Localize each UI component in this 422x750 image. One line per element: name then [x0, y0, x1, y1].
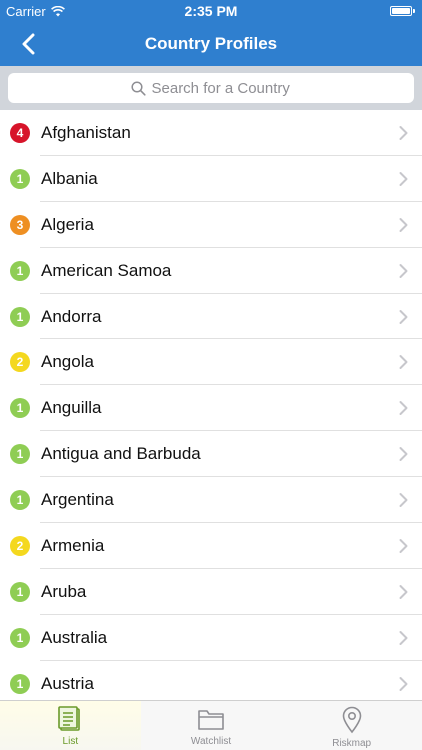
list-item[interactable]: 3 Algeria: [0, 202, 422, 248]
tab-label: Watchlist: [190, 736, 232, 747]
risk-level-badge: 2: [10, 535, 30, 556]
search-field[interactable]: [8, 73, 414, 103]
risk-level-badge: 1: [10, 627, 30, 648]
page-title: Country Profiles: [144, 34, 278, 53]
country-name: Armenia: [41, 535, 105, 555]
risk-level-badge: 2: [10, 352, 30, 373]
list-icon: [58, 706, 81, 731]
list-item[interactable]: 4 Afghanistan: [0, 110, 422, 156]
country-name: Albania: [41, 168, 98, 188]
list-item[interactable]: 2 Angola: [0, 339, 422, 386]
search-bar: [0, 66, 422, 110]
country-name: Australia: [41, 627, 108, 647]
country-name: Argentina: [41, 490, 114, 510]
list-item[interactable]: 1 American Samoa: [0, 248, 422, 294]
country-name: Andorra: [41, 306, 102, 326]
list-item[interactable]: 2 Armenia: [0, 523, 422, 569]
risk-level-badge: 3: [10, 214, 30, 235]
list-item[interactable]: 1 Antigua and Barbuda: [0, 431, 422, 478]
status-bar: Carrier 2:35 PM: [0, 0, 422, 22]
risk-level-badge: 1: [10, 581, 30, 602]
chevron-right-icon: [399, 493, 408, 508]
map-pin-icon: [342, 706, 361, 734]
navigation-bar: Country Profiles: [0, 22, 422, 66]
list-item[interactable]: 1 Andorra: [0, 294, 422, 340]
chevron-right-icon: [399, 355, 408, 370]
country-name: Antigua and Barbuda: [41, 444, 201, 464]
status-time: 2:35 PM: [184, 3, 238, 19]
risk-level-badge: 1: [10, 306, 30, 327]
country-name: Algeria: [41, 214, 94, 234]
chevron-right-icon: [399, 401, 408, 416]
chevron-right-icon: [399, 584, 408, 599]
chevron-right-icon: [399, 447, 408, 462]
risk-level-badge: 1: [10, 398, 30, 419]
chevron-right-icon: [399, 171, 408, 186]
country-name: Anguilla: [41, 398, 102, 418]
tab-riskmap[interactable]: Riskmap: [281, 701, 422, 750]
chevron-right-icon: [399, 630, 408, 645]
list-item[interactable]: 1 Anguilla: [0, 385, 422, 432]
country-name: Aruba: [41, 581, 87, 601]
list-item[interactable]: 1 Austria: [0, 661, 422, 700]
chevron-right-icon: [399, 217, 408, 232]
chevron-right-icon: [399, 676, 408, 691]
risk-level-badge: 1: [10, 490, 30, 511]
risk-level-badge: 1: [10, 673, 30, 694]
list-item[interactable]: 1 Aruba: [0, 569, 422, 615]
battery-icon: [390, 6, 415, 16]
tab-watchlist[interactable]: Watchlist: [141, 701, 282, 750]
chevron-right-icon: [399, 125, 408, 140]
risk-level-badge: 4: [10, 122, 30, 143]
search-icon: [130, 80, 146, 96]
list-item[interactable]: 1 Argentina: [0, 477, 422, 523]
country-list: 4 Afghanistan 1 Albania 3 Algeria 1 American Sa…: [0, 110, 422, 700]
risk-level-badge: 1: [10, 260, 30, 281]
folder-icon: [198, 710, 224, 730]
tab-list[interactable]: List: [0, 701, 141, 750]
risk-level-badge: 1: [10, 444, 30, 465]
search-input[interactable]: [151, 79, 292, 97]
chevron-right-icon: [399, 263, 408, 278]
tab-label: Riskmap: [332, 738, 372, 749]
list-item[interactable]: 1 Albania: [0, 156, 422, 202]
tab-bar: List Watchlist Riskmap: [0, 700, 422, 750]
list-item[interactable]: 1 Australia: [0, 615, 422, 661]
country-name: American Samoa: [41, 260, 172, 280]
country-name: Angola: [41, 352, 94, 372]
chevron-right-icon: [399, 309, 408, 324]
risk-level-badge: 1: [10, 168, 30, 189]
country-name: Austria: [41, 673, 94, 693]
chevron-right-icon: [399, 538, 408, 553]
country-name: Afghanistan: [41, 122, 131, 142]
tab-label: List: [62, 736, 79, 747]
